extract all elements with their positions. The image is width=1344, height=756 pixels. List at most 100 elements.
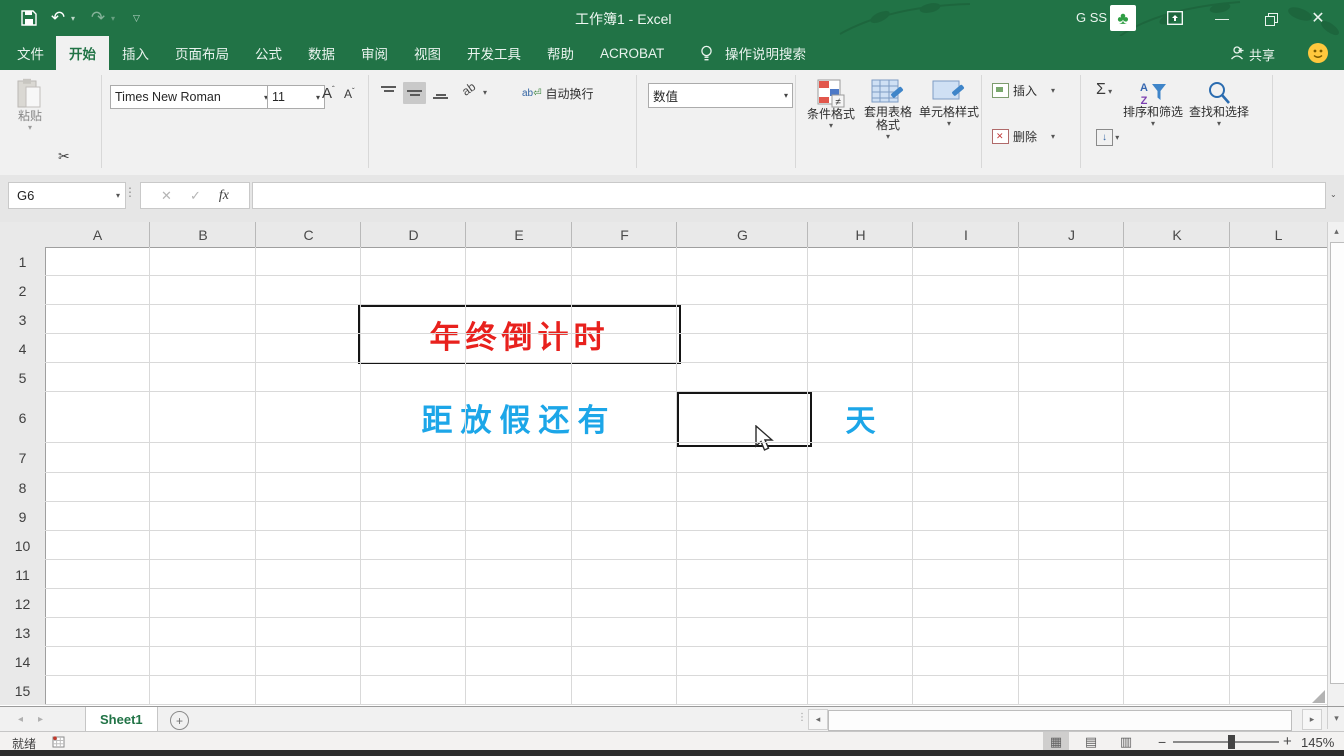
orientation-button[interactable]: ab — [459, 79, 478, 98]
cell-d6-label[interactable]: 距放假还有 — [361, 392, 677, 443]
paste-button[interactable]: 粘贴 ▾ — [12, 78, 48, 138]
align-middle-button[interactable] — [403, 82, 426, 104]
column-header-F[interactable]: F — [572, 222, 677, 248]
ribbon-tab-4[interactable]: 数据 — [295, 36, 348, 70]
ribbon-display-options-button[interactable] — [1160, 6, 1190, 30]
undo-dropdown[interactable]: ▾ — [71, 14, 75, 23]
ribbon-tab-3[interactable]: 公式 — [242, 36, 295, 70]
ribbon-tab-8[interactable]: 帮助 — [534, 36, 587, 70]
horizontal-scrollbar-thumb[interactable] — [828, 710, 1292, 731]
autosum-button[interactable]: Σ ▾ — [1096, 81, 1112, 99]
column-header-H[interactable]: H — [808, 222, 913, 248]
column-header-L[interactable]: L — [1230, 222, 1327, 248]
row-header-11[interactable]: 11 — [0, 560, 46, 589]
conditional-formatting-button[interactable]: ≠ 条件格式 ▾ — [805, 78, 857, 130]
redo-button[interactable]: ↷ — [88, 6, 108, 30]
scroll-down-arrow[interactable]: ▾ — [1327, 707, 1344, 729]
sort-filter-button[interactable]: A Z 排序和筛选 ▾ — [1122, 80, 1184, 128]
column-header-B[interactable]: B — [150, 222, 256, 248]
shrink-font-button[interactable]: Aˇ — [344, 87, 355, 101]
row-header-6[interactable]: 6 — [0, 392, 46, 443]
formula-input[interactable] — [252, 182, 1326, 209]
cut-button[interactable]: ✂ — [58, 148, 70, 165]
zoom-slider-thumb[interactable] — [1228, 735, 1235, 749]
delete-cells-button[interactable]: ✕ 删除▾ — [992, 128, 1055, 145]
hscroll-right-arrow[interactable]: ▸ — [1302, 709, 1322, 730]
insert-cells-button[interactable]: 插入▾ — [992, 82, 1055, 99]
format-as-table-button[interactable]: 套用表格格式 ▾ — [860, 78, 916, 141]
undo-button[interactable]: ↶ — [48, 6, 68, 30]
align-top-button[interactable] — [380, 86, 397, 100]
zoom-out-button[interactable]: − — [1158, 734, 1166, 750]
namebox-splitter[interactable]: ⋮ — [124, 185, 136, 199]
view-normal-button[interactable]: ▦ — [1043, 732, 1069, 751]
align-bottom-button[interactable] — [432, 92, 449, 106]
user-initials[interactable]: G SS — [1076, 10, 1107, 25]
ribbon-tab-1[interactable]: 插入 — [109, 36, 162, 70]
row-header-7[interactable]: 7 — [0, 443, 46, 473]
view-page-break-button[interactable]: ▥ — [1113, 732, 1139, 751]
row-header-15[interactable]: 15 — [0, 676, 46, 705]
cell-h6-unit[interactable]: 天 — [808, 392, 913, 443]
row-header-4[interactable]: 4 — [0, 334, 46, 363]
column-header-C[interactable]: C — [256, 222, 361, 248]
cell-styles-button[interactable]: 单元格样式 ▾ — [918, 78, 980, 128]
share-button[interactable]: 共享 — [1249, 45, 1275, 64]
horizontal-scrollbar[interactable] — [828, 710, 1300, 729]
row-header-10[interactable]: 10 — [0, 531, 46, 560]
insert-function-icon[interactable]: fx — [219, 188, 229, 204]
tabbar-splitter[interactable]: ⋮ — [797, 712, 807, 723]
tell-me-search[interactable]: 操作说明搜索 — [712, 36, 819, 70]
column-header-K[interactable]: K — [1124, 222, 1230, 248]
scroll-up-arrow[interactable]: ▴ — [1328, 224, 1344, 238]
column-header-J[interactable]: J — [1019, 222, 1124, 248]
grow-font-button[interactable]: Aˆ — [322, 85, 335, 102]
column-header-E[interactable]: E — [466, 222, 572, 248]
column-header-G[interactable]: G — [677, 222, 808, 248]
formula-bar-expand[interactable]: ⌄ — [1330, 190, 1337, 199]
row-header-14[interactable]: 14 — [0, 647, 46, 676]
row-header-8[interactable]: 8 — [0, 473, 46, 502]
row-header-1[interactable]: 1 — [0, 247, 46, 276]
vertical-scrollbar-thumb[interactable] — [1330, 242, 1344, 684]
new-sheet-button[interactable]: + — [170, 711, 189, 730]
enter-icon[interactable]: ✓ — [190, 188, 201, 204]
zoom-in-button[interactable]: + — [1283, 733, 1292, 750]
sheet-nav-left[interactable]: ◂ — [18, 714, 23, 725]
save-button[interactable] — [18, 6, 40, 30]
vertical-scrollbar[interactable]: ▴ — [1327, 222, 1344, 706]
feedback-smiley-icon[interactable] — [1308, 43, 1328, 63]
tab-file[interactable]: 文件 — [4, 36, 57, 70]
hscroll-left-arrow[interactable]: ◂ — [808, 709, 828, 730]
zoom-slider-track[interactable] — [1173, 741, 1279, 743]
font-family-combo[interactable]: Times New Roman▾ — [110, 85, 273, 109]
macro-record-icon[interactable] — [52, 735, 65, 748]
ribbon-tab-6[interactable]: 视图 — [401, 36, 454, 70]
sheet-grid[interactable]: 年终倒计时 距放假还有 天 ABCDEFGHIJKL12345678910111… — [0, 222, 1327, 705]
ribbon-tab-2[interactable]: 页面布局 — [162, 36, 242, 70]
orientation-dropdown[interactable]: ▾ — [483, 88, 487, 97]
ribbon-tab-0[interactable]: 开始 — [56, 36, 109, 70]
column-header-A[interactable]: A — [45, 222, 150, 248]
ribbon-tab-9[interactable]: ACROBAT — [587, 36, 677, 70]
number-format-combo[interactable]: 数值▾ — [648, 83, 793, 108]
redo-dropdown[interactable]: ▾ — [111, 14, 115, 23]
name-box[interactable]: G6 ▾ — [8, 182, 126, 209]
cell-g6-countdown-box[interactable] — [677, 392, 812, 447]
fill-button[interactable]: ↓ ▾ — [1096, 127, 1119, 146]
cancel-icon[interactable]: ✕ — [161, 188, 172, 204]
avatar[interactable]: ♣ — [1110, 5, 1136, 31]
font-size-combo[interactable]: 11▾ — [267, 85, 325, 109]
wrap-text-button[interactable]: ab⏎ 自动换行 — [522, 85, 594, 102]
row-header-9[interactable]: 9 — [0, 502, 46, 531]
close-button[interactable]: ✕ — [1301, 3, 1335, 33]
row-header-3[interactable]: 3 — [0, 305, 46, 334]
select-all-corner[interactable] — [0, 222, 46, 248]
sheet-nav-right[interactable]: ▸ — [38, 714, 43, 725]
row-header-13[interactable]: 13 — [0, 618, 46, 647]
qat-customize-button[interactable]: ▽ — [133, 13, 140, 24]
view-page-layout-button[interactable]: ▤ — [1078, 732, 1104, 751]
sheet-tab-sheet1[interactable]: Sheet1 — [85, 707, 158, 733]
ribbon-tab-5[interactable]: 审阅 — [348, 36, 401, 70]
row-header-2[interactable]: 2 — [0, 276, 46, 305]
